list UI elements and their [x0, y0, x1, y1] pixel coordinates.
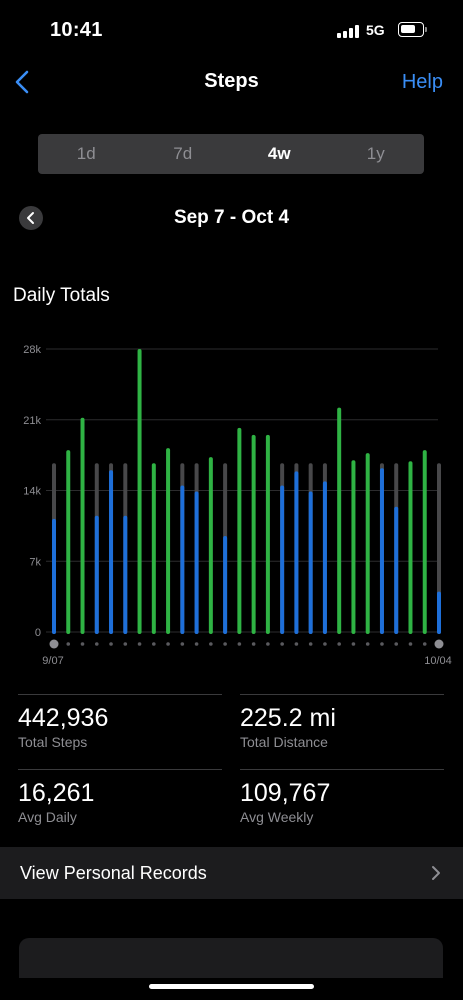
day-marker: [394, 642, 399, 646]
day-marker: [109, 642, 113, 646]
home-indicator: [149, 984, 314, 989]
stat-value: 442,936: [18, 704, 109, 732]
day-marker: [66, 642, 71, 646]
section-title: Daily Totals: [13, 285, 110, 306]
summary-card: [19, 938, 443, 978]
y-tick-label: 14k: [23, 486, 41, 498]
divider: [18, 694, 222, 695]
network-type: 5G: [366, 22, 385, 38]
day-marker: [323, 642, 327, 646]
status-bar: 10:41 5G: [0, 0, 463, 60]
records-label: View Personal Records: [20, 863, 207, 883]
day-marker: [280, 642, 284, 646]
chart-svg: 28k 21k 14k 7k 0 9/07 10/04: [23, 344, 452, 667]
day-marker: [351, 642, 356, 646]
segment-7d[interactable]: 7d: [135, 134, 232, 174]
day-marker: [94, 642, 99, 646]
stat-label: Total Steps: [18, 734, 88, 750]
day-marker: [422, 642, 427, 646]
day-marker: [237, 642, 242, 646]
day-marker: [380, 642, 384, 646]
battery-icon: [398, 22, 424, 37]
y-tick-label: 7k: [29, 556, 41, 568]
segment-1y[interactable]: 1y: [328, 134, 425, 174]
y-tick-label: 21k: [23, 415, 41, 427]
day-marker: [80, 642, 85, 646]
divider: [240, 769, 444, 770]
stat-label: Total Distance: [240, 734, 328, 750]
stat-label: Avg Daily: [18, 809, 77, 825]
divider: [240, 694, 444, 695]
day-marker: [137, 642, 142, 646]
stat-value: 225.2 mi: [240, 704, 336, 732]
day-marker: [194, 642, 199, 646]
y-tick-label: 28k: [23, 344, 41, 356]
page-title: Steps: [204, 70, 259, 92]
segment-4w[interactable]: 4w: [231, 134, 328, 174]
day-marker: [123, 642, 128, 646]
range-end-marker: [49, 639, 59, 649]
day-marker: [266, 642, 270, 646]
y-tick-label: 0: [35, 627, 41, 639]
stat-value: 16,261: [18, 779, 95, 807]
day-marker: [408, 642, 413, 646]
day-marker: [166, 642, 170, 646]
day-marker: [337, 642, 341, 646]
segment-1d[interactable]: 1d: [38, 134, 135, 174]
day-marker: [209, 642, 213, 646]
stat-label: Avg Weekly: [240, 809, 314, 825]
divider: [18, 769, 222, 770]
day-marker: [223, 642, 227, 646]
help-button[interactable]: Help: [402, 71, 443, 94]
day-marker: [180, 642, 185, 646]
x-tick-label: 10/04: [424, 655, 452, 667]
navigation-bar: Steps Help: [0, 60, 463, 104]
x-tick-label: 9/07: [42, 655, 63, 667]
day-marker: [251, 642, 256, 646]
chevron-right-icon: [432, 866, 440, 880]
date-range-label: Sep 7 - Oct 4: [173, 207, 290, 228]
range-end-marker: [434, 639, 444, 649]
day-marker: [365, 642, 370, 646]
date-range-row: Sep 7 - Oct 4: [0, 204, 463, 232]
day-marker: [294, 642, 299, 646]
day-marker: [152, 642, 156, 646]
view-personal-records-row[interactable]: View Personal Records: [0, 847, 463, 899]
status-time: 10:41: [50, 19, 103, 41]
stat-value: 109,767: [240, 779, 331, 807]
day-marker: [308, 642, 313, 646]
cellular-signal-icon: [337, 25, 359, 38]
battery-tip: [425, 27, 427, 32]
daily-totals-chart[interactable]: 28k 21k 14k 7k 0 9/07 10/04: [0, 338, 463, 673]
time-range-segmented-control: 1d 7d 4w 1y: [38, 134, 424, 174]
